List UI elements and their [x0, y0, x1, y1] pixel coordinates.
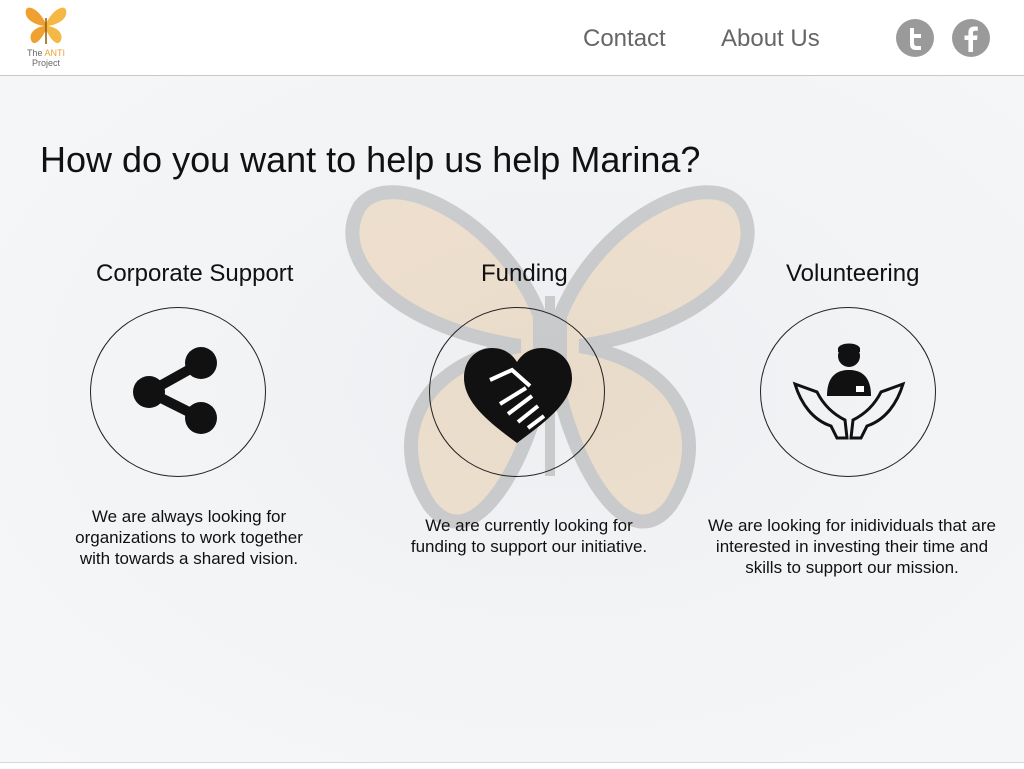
corporate-support-button[interactable]: [90, 307, 266, 477]
hands-person-icon: [792, 343, 906, 440]
header-bar: The ANTI Project Contact About Us: [0, 0, 1024, 76]
card-title: Volunteering: [786, 260, 920, 287]
twitter-icon: [910, 28, 921, 50]
nav-contact-link[interactable]: Contact: [583, 25, 666, 53]
facebook-button[interactable]: [952, 19, 990, 57]
card-title: Corporate Support: [96, 260, 294, 287]
nav-about-us-link[interactable]: About Us: [721, 25, 820, 53]
twitter-button[interactable]: [896, 19, 934, 57]
card-description: We are looking for inidividuals that are…: [708, 516, 996, 577]
logo-accent-text: ANTI: [44, 48, 66, 58]
handshake-heart-icon: [464, 348, 572, 443]
volunteering-button[interactable]: [760, 307, 936, 477]
card-description: We are always looking for organizations …: [75, 507, 303, 568]
logo-text: The ANTI Project: [26, 48, 66, 68]
facebook-icon: [964, 26, 978, 52]
funding-button[interactable]: [429, 307, 605, 477]
card-description: We are currently looking for funding to …: [410, 516, 648, 556]
page-title: How do you want to help us help Marina?: [40, 139, 701, 180]
share-icon: [133, 347, 217, 434]
butterfly-logo-icon: [25, 7, 67, 44]
card-title: Funding: [481, 260, 568, 287]
main-content: How do you want to help us help Marina? …: [0, 76, 1024, 762]
anti-project-logo[interactable]: The ANTI Project: [18, 4, 74, 70]
